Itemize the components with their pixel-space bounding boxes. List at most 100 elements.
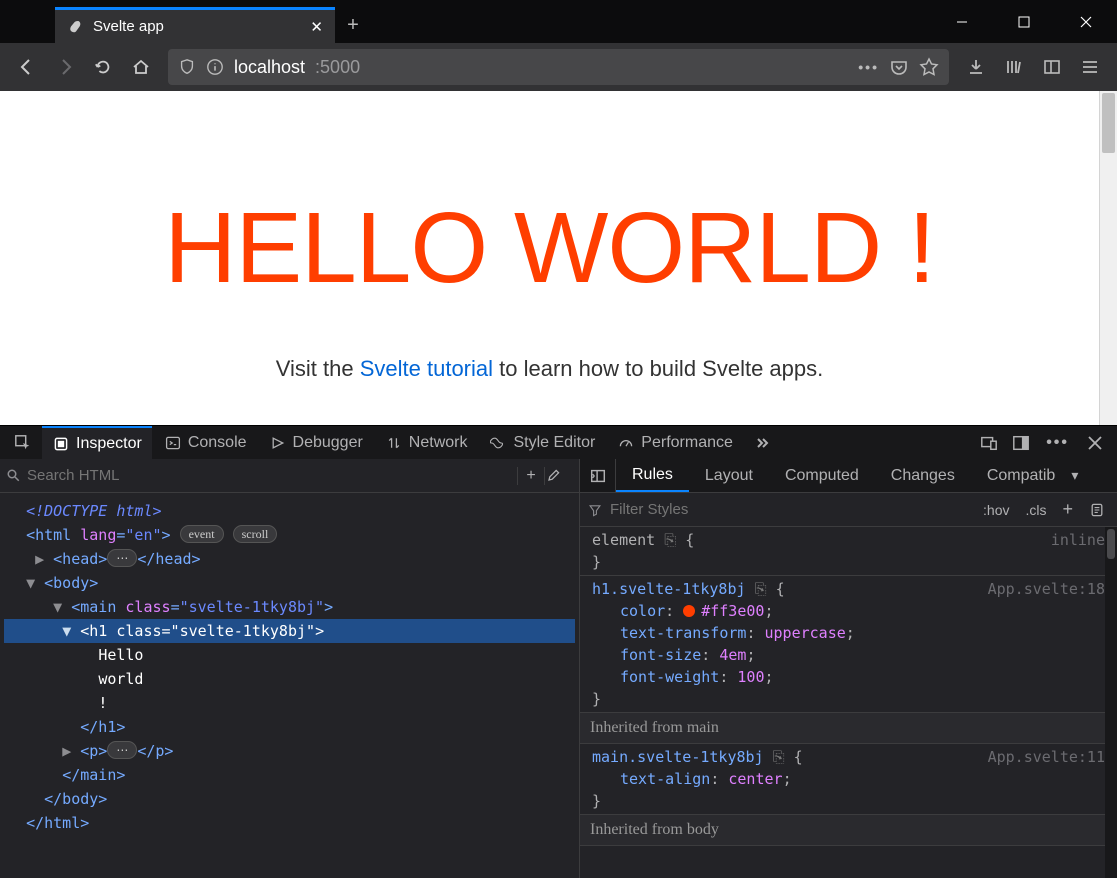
pocket-icon[interactable] [889, 57, 909, 77]
shield-icon[interactable] [178, 58, 196, 76]
dom-row[interactable]: <!DOCTYPE html> [4, 499, 575, 523]
forward-button[interactable] [48, 50, 82, 84]
style-editor-tab[interactable]: Style Editor [479, 426, 605, 460]
dom-row[interactable]: world [4, 667, 575, 691]
add-node-button[interactable]: + [517, 467, 545, 485]
style-editor-icon [489, 434, 507, 452]
inherited-from-main: Inherited from main [580, 713, 1117, 744]
dom-row[interactable]: </body> [4, 787, 575, 811]
page-heading: Hello world ! [0, 191, 1099, 306]
hov-toggle[interactable]: :hov [979, 502, 1013, 518]
filter-styles-input[interactable] [610, 501, 971, 518]
downloads-icon[interactable] [959, 50, 993, 84]
page-actions-icon[interactable]: ••• [858, 59, 879, 75]
toggle-3pane-button[interactable] [580, 459, 616, 492]
page-paragraph: Visit the Svelte tutorial to learn how t… [0, 356, 1099, 382]
devtools-overflow-button[interactable] [745, 426, 777, 460]
rules-list[interactable]: element ⎘ {inline } h1.svelte-1tky8bj ⎘ … [580, 527, 1117, 878]
scrollbar-thumb[interactable] [1107, 529, 1115, 559]
back-button[interactable] [10, 50, 44, 84]
dom-row[interactable]: ▶ <head>⋯</head> [4, 547, 575, 571]
url-bar[interactable]: localhost :5000 ••• [168, 49, 949, 85]
network-icon [385, 434, 403, 452]
responsive-mode-button[interactable] [974, 426, 1004, 460]
reload-button[interactable] [86, 50, 120, 84]
browser-tab[interactable]: Svelte app ✕ [55, 7, 335, 43]
performance-tab[interactable]: Performance [607, 426, 743, 460]
dom-row[interactable]: ▼ <body> [4, 571, 575, 595]
scrollbar-thumb[interactable] [1102, 93, 1115, 153]
devtools-body: + <!DOCTYPE html> <html lang="en"> event… [0, 459, 1117, 878]
tabs-dropdown-icon[interactable]: ▾ [1071, 459, 1091, 492]
url-host: localhost [234, 57, 305, 78]
tab-computed[interactable]: Computed [769, 459, 875, 492]
dock-mode-button[interactable] [1006, 426, 1036, 460]
dom-tree[interactable]: <!DOCTYPE html> <html lang="en"> event s… [0, 493, 579, 878]
dom-row[interactable]: ▶ <p>⋯</p> [4, 739, 575, 763]
rules-tablist: Rules Layout Computed Changes Compatib ▾ [580, 459, 1117, 493]
dom-row[interactable]: </html> [4, 811, 575, 835]
eyedropper-button[interactable] [545, 468, 573, 484]
performance-icon [617, 434, 635, 452]
rendered-page: Hello world ! Visit the Svelte tutorial … [0, 91, 1099, 425]
inherited-from-body: Inherited from body [580, 815, 1117, 846]
devtools-menu-button[interactable]: ••• [1038, 426, 1077, 460]
inspector-tab[interactable]: Inspector [42, 426, 152, 460]
dom-row[interactable]: </main> [4, 763, 575, 787]
minimize-button[interactable] [931, 0, 993, 43]
close-devtools-button[interactable] [1079, 426, 1111, 460]
svelte-tutorial-link[interactable]: Svelte tutorial [360, 356, 493, 381]
element-picker-button[interactable] [6, 426, 40, 460]
search-icon [6, 468, 21, 483]
bookmark-star-icon[interactable] [919, 57, 939, 77]
maximize-button[interactable] [993, 0, 1055, 43]
rule-h1[interactable]: h1.svelte-1tky8bj ⎘ {App.svelte:18 color… [580, 576, 1117, 713]
color-swatch[interactable] [683, 605, 695, 617]
window-controls [931, 0, 1117, 43]
library-icon[interactable] [997, 50, 1031, 84]
sidebar-icon[interactable] [1035, 50, 1069, 84]
address-bar: localhost :5000 ••• [0, 43, 1117, 91]
page-scrollbar[interactable] [1099, 91, 1117, 425]
debugger-icon [269, 434, 287, 452]
tab-layout[interactable]: Layout [689, 459, 769, 492]
tab-changes[interactable]: Changes [875, 459, 971, 492]
devtools-toolbar: Inspector Console Debugger Network Style… [0, 425, 1117, 459]
dom-row[interactable]: ▼ <main class="svelte-1tky8bj"> [4, 595, 575, 619]
new-tab-button[interactable]: + [335, 7, 371, 43]
dom-panel: + <!DOCTYPE html> <html lang="en"> event… [0, 459, 580, 878]
dom-row[interactable]: Hello [4, 643, 575, 667]
tab-compatibility[interactable]: Compatib [971, 459, 1071, 492]
rule-main[interactable]: main.svelte-1tky8bj ⎘ {App.svelte:11 tex… [580, 744, 1117, 815]
console-tab[interactable]: Console [154, 426, 257, 460]
cls-toggle[interactable]: .cls [1021, 502, 1050, 518]
page-viewport: Hello world ! Visit the Svelte tutorial … [0, 91, 1117, 425]
funnel-icon [588, 503, 602, 517]
tab-title: Svelte app [93, 18, 300, 35]
url-port: :5000 [315, 57, 360, 78]
tab-rules[interactable]: Rules [616, 459, 689, 492]
rules-scrollbar[interactable] [1105, 527, 1117, 878]
dom-row-selected[interactable]: ▼ <h1 class="svelte-1tky8bj"> [4, 619, 575, 643]
html-search-bar: + [0, 459, 579, 493]
home-button[interactable] [124, 50, 158, 84]
rules-panel: Rules Layout Computed Changes Compatib ▾… [580, 459, 1117, 878]
menu-button[interactable] [1073, 50, 1107, 84]
rule-element-inline[interactable]: element ⎘ {inline } [580, 527, 1117, 576]
dom-row[interactable]: </h1> [4, 715, 575, 739]
close-window-button[interactable] [1055, 0, 1117, 43]
dom-row[interactable]: <html lang="en"> event scroll [4, 523, 575, 547]
network-tab[interactable]: Network [375, 426, 478, 460]
console-icon [164, 434, 182, 452]
svelte-icon [67, 19, 83, 35]
close-tab-icon[interactable]: ✕ [310, 18, 323, 36]
debugger-tab[interactable]: Debugger [259, 426, 373, 460]
new-rule-button[interactable]: + [1058, 499, 1077, 520]
inspector-icon [52, 435, 70, 453]
html-search-input[interactable] [27, 467, 517, 484]
filter-styles-bar: :hov .cls + [580, 493, 1117, 527]
dom-row[interactable]: ! [4, 691, 575, 715]
info-icon[interactable] [206, 58, 224, 76]
light-mode-icon[interactable] [1085, 502, 1109, 518]
titlebar: Svelte app ✕ + [0, 0, 1117, 43]
